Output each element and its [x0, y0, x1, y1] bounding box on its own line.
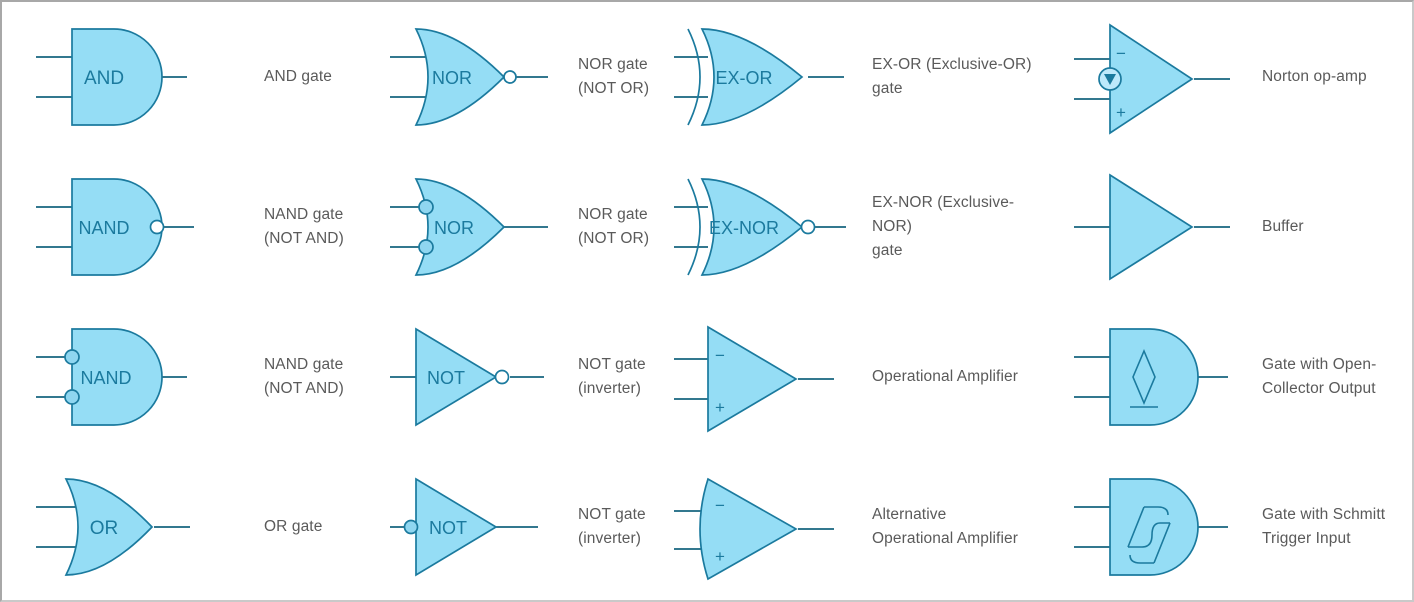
symbol-caption: NOR gate (NOT OR) — [578, 55, 650, 97]
gate-label: NAND — [78, 218, 129, 238]
symbol-caption: NAND gate (NOT AND) — [264, 355, 344, 397]
gate-label: EX-OR — [715, 68, 772, 88]
gate-label: NOR — [432, 68, 472, 88]
minus-input-label: − — [715, 496, 725, 515]
norton-op-amp-symbol: − + — [1074, 23, 1230, 135]
symbol-cell-or-gate: OR OR gate — [2, 452, 362, 602]
buffer-body — [1109, 173, 1194, 281]
nor-gate-input-bubbles-symbol: NOR — [390, 178, 548, 276]
input-bubble-2-icon — [418, 239, 434, 255]
diagram-canvas: AND AND gate NOR NOR gate (NOT OR) EX-OR… — [0, 0, 1414, 602]
input-bubble-1-icon — [64, 349, 80, 365]
and-body — [1109, 328, 1199, 426]
symbol-caption: AND gate — [264, 67, 332, 85]
symbol-caption: EX-NOR (Exclusive-NOR) gate — [872, 193, 1015, 259]
gate-label: NOT — [427, 368, 465, 388]
symbol-cell-gate-schmitt-trigger-input: Gate with Schmitt Trigger Input — [1042, 452, 1412, 602]
symbol-caption: NOT gate (inverter) — [578, 355, 646, 397]
not-gate-symbol: NOT — [390, 327, 544, 427]
symbol-cell-buffer: Buffer — [1042, 152, 1412, 302]
open-collector-gate-symbol — [1074, 328, 1228, 426]
xor-extra-arc — [687, 178, 701, 276]
schmitt-trigger-gate-symbol — [1074, 478, 1228, 576]
symbol-caption: NOT gate (inverter) — [578, 505, 646, 547]
output-bubble-icon — [149, 219, 165, 235]
nand-gate-input-bubbles-symbol: NAND — [36, 328, 187, 426]
symbol-cell-gate-open-collector-output: Gate with Open- Collector Output — [1042, 302, 1412, 452]
gate-label: EX-NOR — [709, 218, 779, 238]
nor-gate-symbol: NOR — [390, 28, 548, 126]
symbol-caption: Buffer — [1262, 217, 1304, 235]
gate-label: AND — [84, 68, 124, 89]
not-gate-input-bubble-symbol: NOT — [390, 477, 538, 577]
output-bubble-icon — [494, 369, 510, 385]
symbol-cell-nor-gate-input-bubbles: NOR NOR gate (NOT OR) — [362, 152, 652, 302]
plus-input-label: + — [1116, 103, 1126, 122]
plus-input-label: + — [715, 398, 725, 417]
symbol-cell-operational-amplifier: − + Operational Amplifier — [652, 302, 1042, 452]
symbol-caption: Norton op-amp — [1262, 67, 1367, 85]
gate-label: NOT — [429, 518, 467, 538]
symbol-caption: Alternative Operational Amplifier — [872, 505, 1018, 547]
symbol-cell-not-gate-input-bubble: NOT NOT gate (inverter) — [362, 452, 652, 602]
nand-gate-symbol: NAND — [36, 178, 194, 276]
symbol-cell-ex-or-gate: EX-OR EX-OR (Exclusive-OR) gate — [652, 2, 1042, 152]
symbol-grid: AND AND gate NOR NOR gate (NOT OR) EX-OR… — [2, 2, 1412, 600]
or-gate-symbol: OR — [36, 478, 190, 576]
symbol-caption: OR gate — [264, 517, 323, 535]
gate-label: NAND — [80, 368, 131, 388]
input-bubble-icon — [403, 519, 419, 535]
symbol-cell-alternative-operational-amplifier: − + Alternative Operational Amplifier — [652, 452, 1042, 602]
symbol-caption: Operational Amplifier — [872, 367, 1018, 385]
plus-input-label: + — [715, 547, 725, 566]
symbol-caption: Gate with Schmitt Trigger Input — [1262, 505, 1386, 547]
output-bubble-icon — [503, 70, 517, 84]
symbol-cell-nand-gate: NAND NAND gate (NOT AND) — [2, 152, 362, 302]
xor-extra-arc — [687, 28, 701, 126]
minus-input-label: − — [1116, 44, 1126, 63]
ex-nor-gate-symbol: EX-NOR — [674, 178, 846, 276]
symbol-cell-ex-nor-gate: EX-NOR EX-NOR (Exclusive-NOR) gate — [652, 152, 1042, 302]
symbol-cell-and-gate: AND AND gate — [2, 2, 362, 152]
gate-label: NOR — [434, 218, 474, 238]
minus-input-label: − — [715, 346, 725, 365]
symbol-caption: NOR gate (NOT OR) — [578, 205, 650, 247]
symbol-caption: NAND gate (NOT AND) — [264, 205, 344, 247]
symbol-cell-not-gate: NOT NOT gate (inverter) — [362, 302, 652, 452]
output-bubble-icon — [800, 219, 816, 235]
symbol-caption: EX-OR (Exclusive-OR) gate — [872, 55, 1032, 97]
buffer-symbol — [1074, 173, 1230, 281]
symbol-cell-nand-gate-input-bubbles: NAND NAND gate (NOT AND) — [2, 302, 362, 452]
gate-label: OR — [90, 518, 119, 539]
symbol-cell-norton-op-amp: − + Norton op-amp — [1042, 2, 1412, 152]
symbol-cell-nor-gate: NOR NOR gate (NOT OR) — [362, 2, 652, 152]
input-bubble-2-icon — [64, 389, 80, 405]
input-bubble-1-icon — [418, 199, 434, 215]
symbol-caption: Gate with Open- Collector Output — [1262, 355, 1377, 397]
ex-or-gate-symbol: EX-OR — [674, 28, 844, 126]
and-gate-symbol: AND — [36, 28, 187, 126]
operational-amplifier-symbol: − + — [674, 325, 834, 433]
alternative-operational-amplifier-symbol: − + — [674, 477, 834, 581]
